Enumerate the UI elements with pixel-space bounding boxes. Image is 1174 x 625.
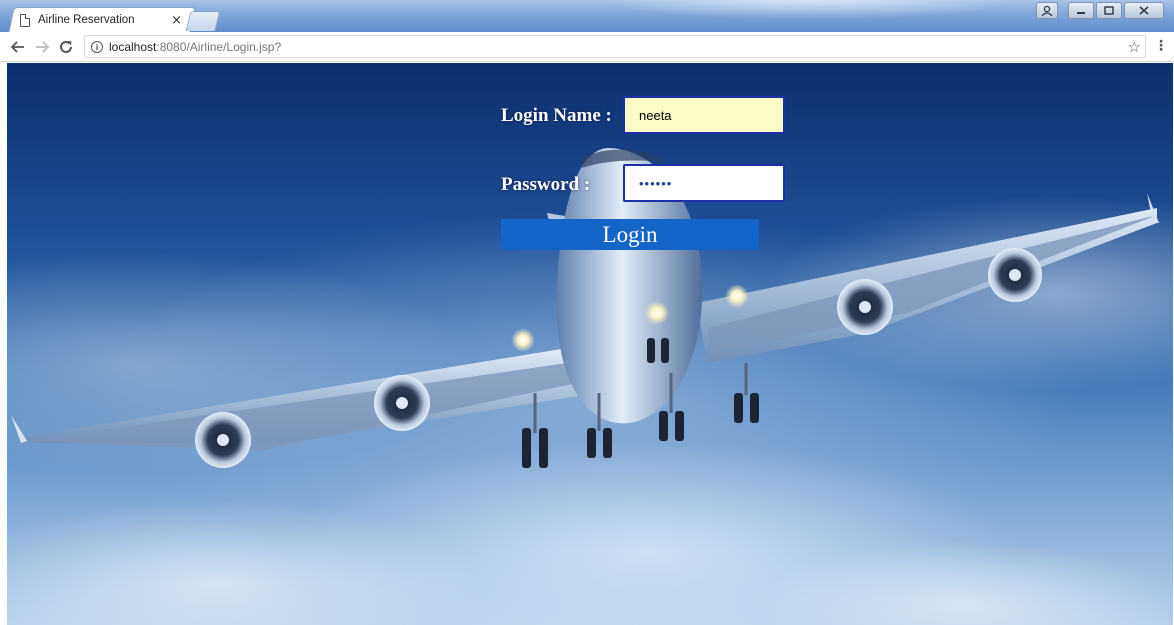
new-tab-button[interactable] <box>185 11 221 31</box>
maximize-icon[interactable] <box>1096 2 1122 19</box>
password-input[interactable] <box>623 164 785 202</box>
login-button[interactable]: Login <box>501 219 759 250</box>
info-icon[interactable]: i <box>91 40 103 53</box>
page-icon <box>20 13 30 27</box>
window-controls <box>1036 2 1164 19</box>
reload-icon[interactable] <box>56 37 76 57</box>
close-window-icon[interactable] <box>1124 2 1164 19</box>
browser-tab-content[interactable]: Airline Reservation × <box>20 7 196 32</box>
url-host: localhost <box>109 39 157 54</box>
tab-close-icon[interactable]: × <box>171 13 182 28</box>
menu-icon[interactable]: ⋮ <box>1154 38 1168 54</box>
login-name-label: Login Name : <box>501 105 612 126</box>
url-text[interactable]: localhost:8080/Airline/Login.jsp? <box>109 40 1128 54</box>
browser-window: Airline Reservation × i localhost:8080/A… <box>0 0 1174 625</box>
tab-title: Airline Reservation <box>38 14 135 26</box>
login-name-input[interactable] <box>623 96 785 134</box>
tab-strip-glare <box>600 0 1020 20</box>
user-profile-icon[interactable] <box>1036 2 1058 19</box>
login-form: Login Name : Password : Login <box>7 63 1173 625</box>
address-bar[interactable]: i localhost:8080/Airline/Login.jsp? ☆ <box>84 35 1146 58</box>
minimize-icon[interactable] <box>1068 2 1094 19</box>
tab-strip: Airline Reservation × <box>0 0 1174 32</box>
password-label: Password : <box>501 174 591 195</box>
star-icon[interactable]: ☆ <box>1128 38 1141 56</box>
browser-toolbar: i localhost:8080/Airline/Login.jsp? ☆ ⋮ <box>0 32 1174 62</box>
page-viewport: Login Name : Password : Login <box>7 63 1173 625</box>
forward-arrow-icon[interactable] <box>32 37 52 57</box>
url-path: :8080/Airline/Login.jsp? <box>156 39 282 54</box>
back-arrow-icon[interactable] <box>8 37 28 57</box>
